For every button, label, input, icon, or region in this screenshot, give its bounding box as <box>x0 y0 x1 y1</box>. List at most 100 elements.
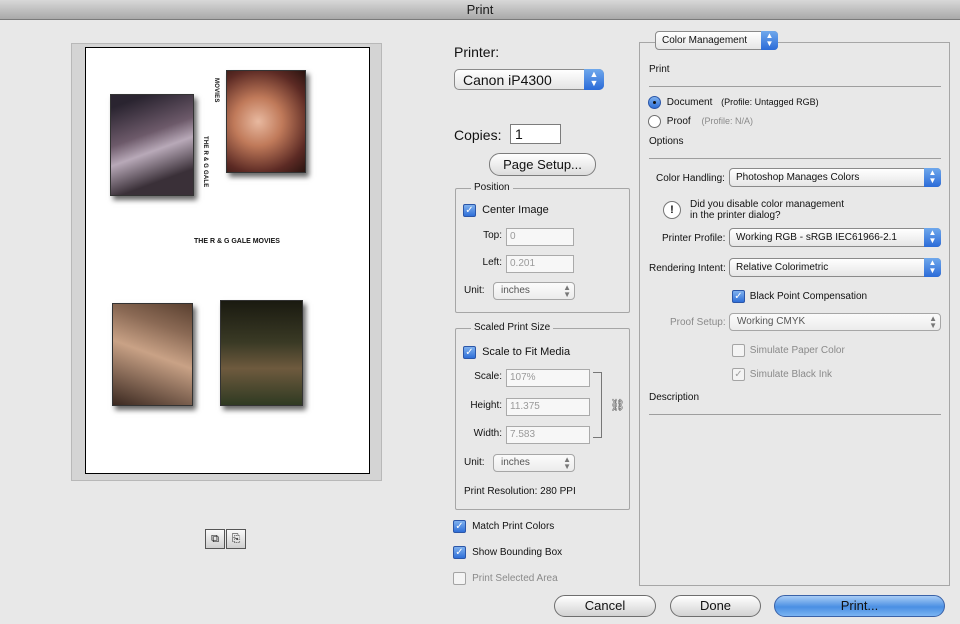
scale-to-fit-checkbox[interactable]: ✓ Scale to Fit Media <box>463 346 570 359</box>
simulate-paper-label: Simulate Paper Color <box>749 345 845 357</box>
document-label: Document <box>666 97 713 109</box>
black-point-checkbox[interactable]: ✓ Black Point Compensation <box>732 290 867 303</box>
options-heading: Options <box>649 136 684 147</box>
top-label: Top: <box>483 230 502 241</box>
simulate-paper-checkbox[interactable]: Simulate Paper Color <box>732 344 845 357</box>
description-heading: Description <box>649 392 700 403</box>
show-bounding-box-label: Show Bounding Box <box>472 547 563 559</box>
checkmark-icon: ✓ <box>463 204 476 217</box>
top-field[interactable]: 0 <box>506 228 574 246</box>
radio-selected-icon <box>648 96 661 109</box>
left-label: Left: <box>482 257 502 268</box>
scaled-print-size-title: Scaled Print Size <box>471 322 554 333</box>
document-profile: (Profile: Untagged RGB) <box>721 97 819 108</box>
scale-to-fit-label: Scale to Fit Media <box>482 346 571 359</box>
checkmark-icon: ✓ <box>732 368 745 381</box>
center-image-checkbox[interactable]: ✓ Center Image <box>463 204 549 217</box>
printer-label: Printer: <box>454 44 500 60</box>
proof-profile: (Profile: N/A) <box>701 116 753 127</box>
color-handling-label: Color Handling: <box>656 173 725 184</box>
checkmark-icon: ✓ <box>453 520 466 533</box>
match-print-colors-label: Match Print Colors <box>472 521 555 533</box>
center-image-label: Center Image <box>482 204 549 217</box>
scale-label: Scale: <box>474 371 502 382</box>
preview-vertical-text-title: THE R & G GALE <box>202 136 208 188</box>
divider <box>649 158 941 159</box>
preview-view-button-2[interactable]: ⎘ <box>226 529 246 549</box>
divider <box>649 86 941 87</box>
done-button[interactable]: Done <box>670 595 761 617</box>
proof-radio[interactable]: Proof (Profile: N/A) <box>648 115 753 128</box>
preview-photo-1 <box>110 94 194 196</box>
position-unit-label: Unit: <box>464 285 485 296</box>
updown-arrow-icon: ▲ ▼ <box>563 455 571 471</box>
page-icon: ⧉ <box>211 533 219 545</box>
page-setup-button[interactable]: Page Setup... <box>489 153 596 176</box>
checkmark-icon: ✓ <box>732 290 745 303</box>
proof-setup-select[interactable]: Working CMYK ▲ ▼ <box>729 313 941 331</box>
document-radio[interactable]: Document (Profile: Untagged RGB) <box>648 96 819 109</box>
print-selected-area-checkbox[interactable]: Print Selected Area <box>453 572 558 585</box>
warning-icon: ! <box>663 201 681 219</box>
scaled-unit-select[interactable]: inches ▲ ▼ <box>493 454 575 472</box>
chain-link-icon[interactable]: ⛓ <box>610 398 625 412</box>
printer-profile-label: Printer Profile: <box>662 233 726 244</box>
scaled-unit-label: Unit: <box>464 457 485 468</box>
scale-field[interactable]: 107% <box>506 369 590 387</box>
updown-arrow-icon: ▲ ▼ <box>924 168 941 187</box>
proof-setup-value: Working CMYK <box>737 316 806 327</box>
simulate-black-label: Simulate Black Ink <box>749 369 833 381</box>
left-field[interactable]: 0.201 <box>506 255 574 273</box>
updown-arrow-icon: ▲ ▼ <box>924 258 941 277</box>
checkmark-icon: ✓ <box>463 346 476 359</box>
scaled-unit-value: inches <box>501 457 530 468</box>
updown-arrow-icon: ▲ ▼ <box>761 31 778 50</box>
warning-message: Did you disable color management in the … <box>690 199 844 221</box>
warning-line-2: in the printer dialog? <box>690 210 781 221</box>
preview-vertical-text-movies: MOVIES <box>213 78 219 103</box>
preview-photo-2 <box>226 70 306 173</box>
constrain-bracket <box>593 372 602 438</box>
match-print-colors-checkbox[interactable]: ✓ Match Print Colors <box>453 520 554 533</box>
copies-field[interactable]: 1 <box>510 124 561 144</box>
simulate-black-checkbox[interactable]: ✓ Simulate Black Ink <box>732 368 832 381</box>
printer-profile-select[interactable]: Working RGB - sRGB IEC61966-2.1 ▲ ▼ <box>729 228 941 247</box>
print-selected-area-label: Print Selected Area <box>472 573 558 585</box>
section-select-value: Color Management <box>662 35 748 46</box>
printer-select[interactable]: Canon iP4300 ▲ ▼ <box>454 69 604 90</box>
width-field[interactable]: 7.583 <box>506 426 590 444</box>
position-unit-select[interactable]: inches ▲ ▼ <box>493 282 575 300</box>
checkmark-icon: ✓ <box>453 546 466 559</box>
radio-empty-icon <box>648 115 661 128</box>
color-handling-select[interactable]: Photoshop Manages Colors ▲ ▼ <box>729 168 941 187</box>
preview-view-button-1[interactable]: ⧉ <box>205 529 225 549</box>
height-label: Height: <box>470 400 502 411</box>
preview-photo-3 <box>112 303 193 406</box>
section-select[interactable]: Color Management ▲ ▼ <box>655 31 778 50</box>
position-group-title: Position <box>471 182 513 193</box>
window-title: Print <box>0 0 960 20</box>
cancel-button[interactable]: Cancel <box>554 595 656 617</box>
rendering-intent-select[interactable]: Relative Colorimetric ▲ ▼ <box>729 258 941 277</box>
divider <box>649 414 941 415</box>
preview-caption: THE R & G GALE MOVIES <box>194 238 280 245</box>
page-rotate-icon: ⎘ <box>231 533 241 545</box>
show-bounding-box-checkbox[interactable]: ✓ Show Bounding Box <box>453 546 562 559</box>
updown-arrow-icon: ▲ ▼ <box>563 283 571 299</box>
height-field[interactable]: 11.375 <box>506 398 590 416</box>
rendering-intent-label: Rendering Intent: <box>649 263 726 274</box>
updown-arrow-icon: ▲ ▼ <box>584 69 604 90</box>
print-heading: Print <box>649 64 670 75</box>
proof-setup-label: Proof Setup: <box>670 317 726 328</box>
copies-label: Copies: <box>454 127 502 143</box>
checkbox-empty-icon <box>732 344 745 357</box>
rendering-intent-value: Relative Colorimetric <box>736 262 829 273</box>
printer-select-value: Canon iP4300 <box>463 72 552 88</box>
preview-photo-4 <box>220 300 303 406</box>
black-point-label: Black Point Compensation <box>749 291 868 303</box>
color-handling-value: Photoshop Manages Colors <box>736 172 860 183</box>
updown-arrow-icon: ▲ ▼ <box>924 228 941 247</box>
width-label: Width: <box>473 428 502 439</box>
checkbox-empty-icon <box>453 572 466 585</box>
print-button[interactable]: Print... <box>774 595 945 617</box>
